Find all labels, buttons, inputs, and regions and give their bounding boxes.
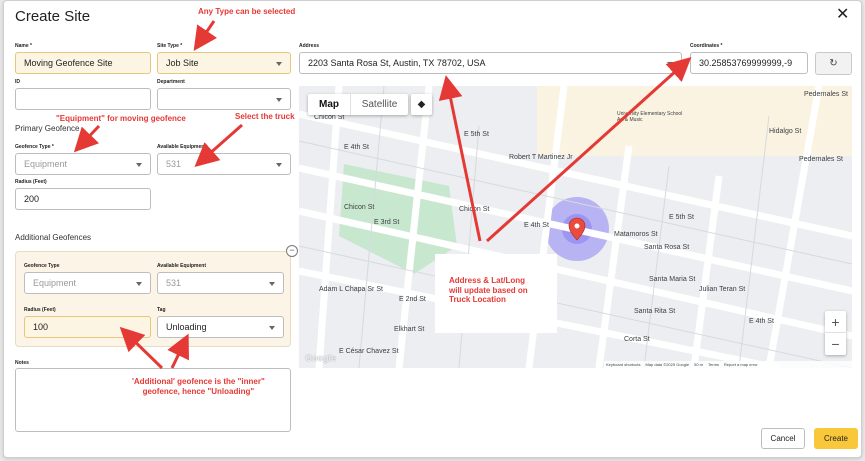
arrow-geofence-type: [73, 124, 101, 153]
arrow-site-type: [193, 20, 218, 51]
arrow-radius: [119, 326, 164, 370]
cancel-button[interactable]: Cancel: [761, 428, 805, 449]
create-button[interactable]: Create: [814, 428, 858, 449]
annotation-arrows: [73, 20, 692, 370]
arrow-address: [438, 75, 482, 242]
arrow-coordinates: [485, 56, 692, 243]
create-site-dialog: Create Site ✕ Name * Moving Geofence Sit…: [3, 0, 862, 458]
arrow-equipment: [194, 123, 243, 167]
arrow-tag: [167, 333, 189, 369]
